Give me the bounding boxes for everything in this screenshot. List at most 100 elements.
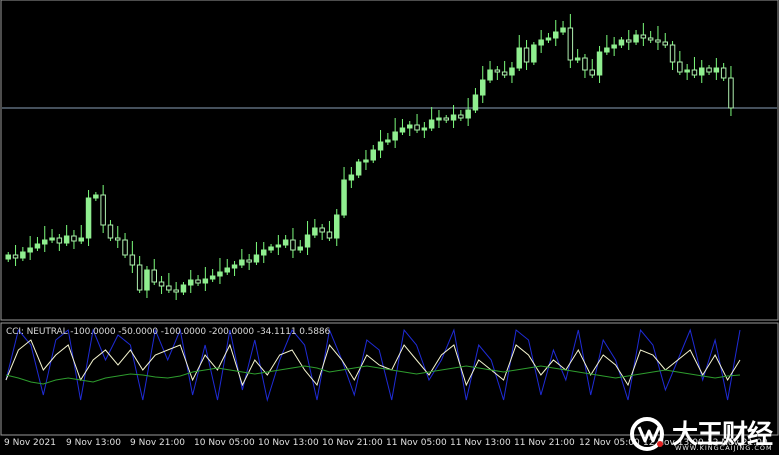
time-label: 10 Nov 05:00 <box>194 438 255 448</box>
candle-body <box>326 231 333 239</box>
cci-line-white <box>5 339 741 387</box>
candle-body <box>458 114 464 119</box>
price-chart[interactable] <box>0 0 779 455</box>
time-label: 10 Nov 21:00 <box>322 438 383 448</box>
candle-body <box>239 259 245 266</box>
time-label: 11 Nov 21:00 <box>514 438 575 448</box>
candle-body <box>202 278 209 284</box>
candle-body <box>100 194 106 226</box>
candle-body <box>589 69 595 76</box>
candle-body <box>553 31 559 39</box>
candle-body <box>34 243 41 249</box>
candle-body <box>436 117 442 121</box>
candle-body <box>42 239 48 245</box>
time-label: 10 Nov 13:00 <box>258 438 319 448</box>
candle-body <box>246 259 252 263</box>
time-label: 9 Nov 13:00 <box>66 438 121 448</box>
cci-line-green <box>5 365 741 385</box>
indicator-label: CCI: NEUTRAL -100.0000 -50.0000 -100.000… <box>6 327 331 337</box>
cci-indicator-lines <box>5 328 741 402</box>
candle-body <box>545 37 552 41</box>
candle-body <box>261 249 267 256</box>
candle-body <box>71 235 77 242</box>
time-label: 11 Nov 05:00 <box>386 438 447 448</box>
watermark-logo: 大王财经 WWW.KINGCAIJING.COM <box>628 413 779 455</box>
candle-body <box>596 51 603 76</box>
candle-body <box>136 264 143 291</box>
candle-body <box>151 269 157 283</box>
candle-body <box>312 227 318 236</box>
candle-body <box>275 244 282 248</box>
candle-body <box>282 239 289 246</box>
candle-body <box>523 47 530 63</box>
candle-body <box>27 247 33 253</box>
candle-body <box>582 57 588 71</box>
candle-body <box>319 227 325 233</box>
candle-body <box>107 224 114 239</box>
brand-mark-icon <box>630 417 664 451</box>
candle-body <box>290 239 296 251</box>
candle-body <box>63 235 70 244</box>
candle-body <box>699 67 705 76</box>
candle-body <box>662 41 668 46</box>
candle-body <box>370 149 376 161</box>
candle-body <box>12 254 19 259</box>
candle-body <box>516 47 522 69</box>
candle-body <box>567 27 574 61</box>
candle-body <box>472 94 479 111</box>
candle-body <box>231 264 238 269</box>
candle-body <box>604 47 610 53</box>
candle-body <box>421 127 428 131</box>
candle-body <box>538 39 544 46</box>
candle-body <box>677 61 683 73</box>
candle-body <box>209 275 216 280</box>
candle-body <box>173 289 179 293</box>
candle-body <box>611 44 617 49</box>
candle-body <box>129 254 136 266</box>
candle-body <box>348 174 355 181</box>
candle-body <box>501 71 508 76</box>
time-label: 9 Nov 21:00 <box>130 438 185 448</box>
time-label: 11 Nov 13:00 <box>450 438 511 448</box>
candle-body <box>93 194 99 199</box>
main-chart-frame <box>0 0 779 321</box>
candle-body <box>122 239 128 256</box>
candle-body <box>655 39 661 43</box>
candle-body <box>443 117 449 121</box>
candle-body <box>487 69 493 81</box>
candlestick-series <box>5 14 734 300</box>
candle-body <box>297 246 303 251</box>
candle-body <box>414 124 420 131</box>
candle-body <box>158 281 165 287</box>
candle-body <box>363 159 369 163</box>
candle-body <box>85 197 92 239</box>
candle-body <box>531 44 537 63</box>
candle-body <box>392 131 398 141</box>
candle-body <box>669 44 676 63</box>
time-label: 9 Nov 2021 <box>4 438 56 448</box>
candle-body <box>355 161 362 176</box>
candle-body <box>224 267 230 273</box>
candle-body <box>49 237 55 241</box>
candle-body <box>304 234 311 248</box>
candle-body <box>377 141 384 151</box>
candle-body <box>20 251 26 259</box>
candle-body <box>115 237 121 241</box>
candle-body <box>268 246 274 251</box>
candle-body <box>574 57 581 61</box>
candle-body <box>494 69 501 73</box>
candle-body <box>407 124 413 129</box>
candle-body <box>509 67 515 76</box>
candle-body <box>480 79 486 96</box>
candle-body <box>647 37 654 41</box>
candle-body <box>618 39 625 46</box>
candle-body <box>341 179 347 216</box>
candle-body <box>450 114 457 121</box>
candle-body <box>626 39 632 43</box>
candle-body <box>465 109 471 119</box>
candle-body <box>56 237 63 244</box>
candle-body <box>217 271 223 277</box>
candle-body <box>334 214 340 239</box>
candle-body <box>720 67 727 79</box>
watermark-url-text: WWW.KINGCAIJING.COM <box>675 444 773 452</box>
